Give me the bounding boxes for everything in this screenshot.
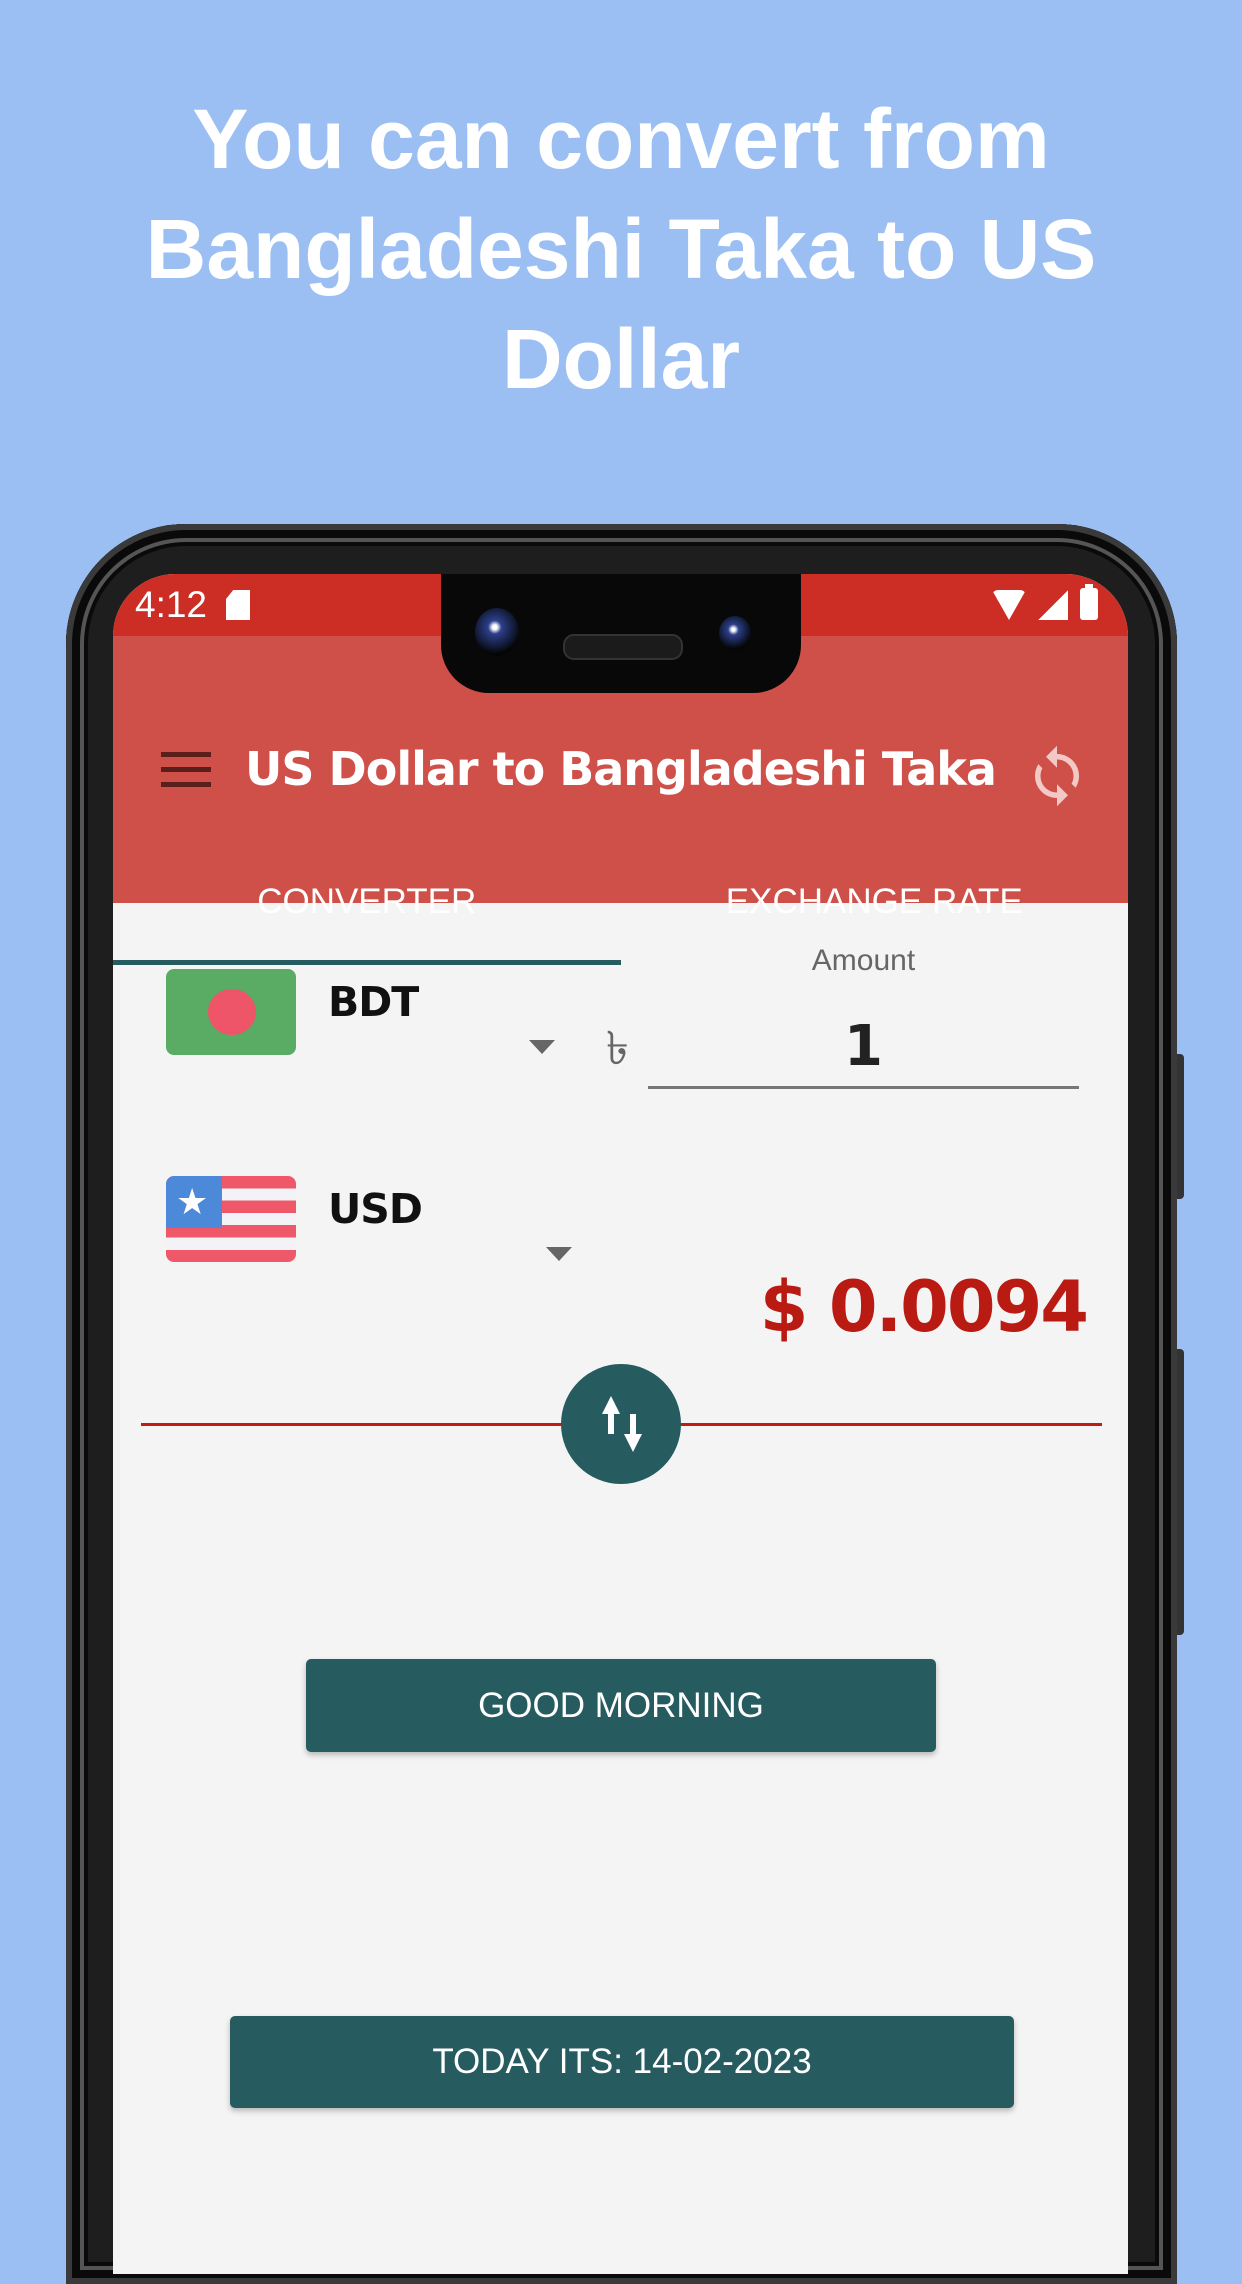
- tab-converter[interactable]: CONVERTER: [113, 852, 621, 965]
- wifi-icon: [992, 590, 1026, 620]
- refresh-icon[interactable]: [1024, 739, 1090, 813]
- status-time: 4:12: [135, 584, 208, 625]
- app-title: US Dollar to Bangladeshi Taka: [245, 742, 997, 796]
- phone-screen: 4:12 US Dollar to Bangladeshi Taka CONVE…: [113, 574, 1128, 2274]
- headline-line-2: Bangladeshi Taka to US: [145, 202, 1097, 296]
- sd-card-icon: [226, 590, 250, 620]
- swap-button[interactable]: [561, 1364, 681, 1484]
- good-morning-button[interactable]: GOOD MORNING: [306, 1659, 936, 1752]
- conversion-result: $ 0.0094: [759, 1266, 1089, 1348]
- flag-disc: [208, 989, 256, 1035]
- camera-notch: [441, 574, 801, 693]
- front-camera-icon: [475, 608, 519, 656]
- from-currency-code[interactable]: BDT: [328, 978, 419, 1026]
- taka-symbol: ৳: [606, 1021, 629, 1075]
- bangladesh-flag-icon[interactable]: [166, 969, 296, 1055]
- volume-button: [1177, 1349, 1184, 1635]
- promo-headline: You can convert from Bangladeshi Taka to…: [0, 84, 1242, 414]
- signal-icon: [1038, 590, 1068, 620]
- status-icons: [992, 584, 1098, 620]
- star-icon: ★: [176, 1181, 209, 1222]
- headline-line-3: Dollar: [501, 312, 741, 406]
- power-button: [1177, 1054, 1184, 1199]
- amount-label: Amount: [811, 944, 916, 977]
- battery-icon: [1080, 584, 1098, 620]
- to-dropdown-icon[interactable]: [546, 1247, 572, 1261]
- swap-icon: [602, 1396, 642, 1452]
- headline-line-1: You can convert from: [192, 92, 1050, 186]
- from-dropdown-icon[interactable]: [529, 1040, 555, 1054]
- earpiece-speaker: [563, 634, 683, 660]
- us-flag-icon[interactable]: ★: [166, 1176, 296, 1262]
- flag-canton: ★: [166, 1176, 222, 1228]
- today-date-button[interactable]: TODAY ITS: 14-02-2023: [230, 2016, 1014, 2108]
- front-sensor-icon: [719, 616, 751, 650]
- amount-input[interactable]: [648, 1006, 1079, 1089]
- to-currency-code[interactable]: USD: [328, 1185, 423, 1233]
